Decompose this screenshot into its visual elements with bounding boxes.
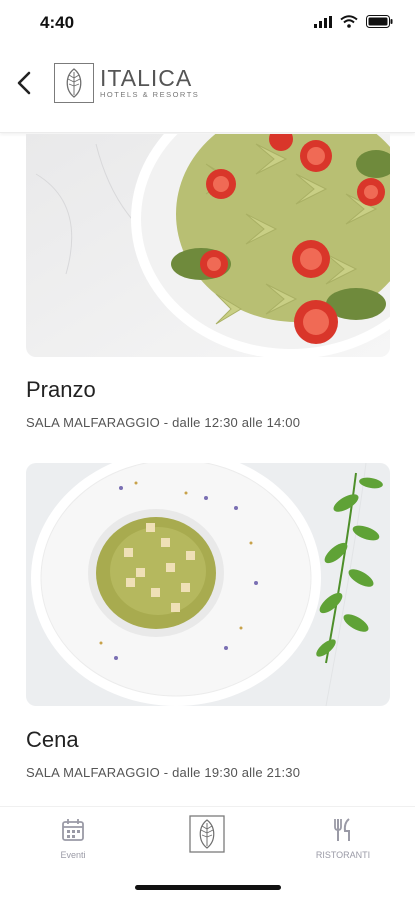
calendar-icon bbox=[62, 819, 84, 841]
brand-subtitle: HOTELS & RESORTS bbox=[100, 90, 200, 99]
wifi-icon bbox=[340, 15, 358, 28]
fork-knife-icon bbox=[334, 818, 350, 841]
brand-title: ITALICA bbox=[100, 65, 193, 91]
tab-restaurants-label: RISTORANTI bbox=[315, 850, 371, 860]
app-header: ITALICA HOTELS & RESORTS bbox=[0, 46, 415, 133]
status-time: 4:40 bbox=[40, 13, 75, 32]
leaf-emblem-icon bbox=[189, 815, 225, 853]
pranzo-location-hours: SALA MALFARAGGIO - dalle 12:30 alle 14:0… bbox=[26, 415, 301, 430]
cena-title[interactable]: Cena bbox=[26, 727, 79, 753]
tab-events-label: Eventi bbox=[60, 850, 86, 860]
cena-location-hours: SALA MALFARAGGIO - dalle 19:30 alle 21:3… bbox=[26, 765, 301, 780]
signal-icon bbox=[314, 15, 332, 28]
back-arrow-icon[interactable] bbox=[14, 70, 36, 96]
tab-home[interactable] bbox=[152, 815, 262, 858]
brand-logo: ITALICA HOTELS & RESORTS bbox=[54, 63, 199, 103]
leaf-emblem-icon bbox=[54, 63, 94, 103]
pranzo-title[interactable]: Pranzo bbox=[26, 377, 96, 403]
tab-events[interactable]: Eventi bbox=[18, 817, 128, 860]
status-icons bbox=[314, 15, 393, 28]
home-indicator[interactable] bbox=[135, 885, 281, 890]
cena-image[interactable] bbox=[26, 463, 390, 706]
pranzo-image[interactable] bbox=[26, 134, 390, 357]
tab-restaurants[interactable]: RISTORANTI bbox=[288, 817, 398, 860]
status-bar: 4:40 bbox=[0, 0, 415, 46]
battery-icon bbox=[366, 15, 393, 28]
